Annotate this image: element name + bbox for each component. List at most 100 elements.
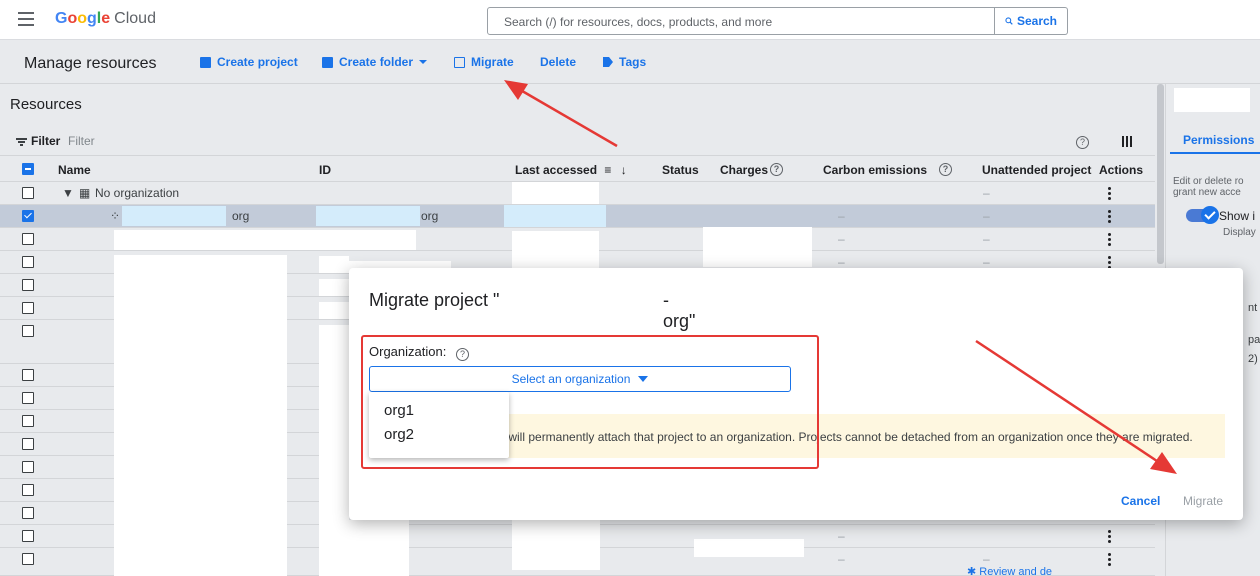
- row-checkbox[interactable]: [22, 325, 34, 337]
- redacted-block: [512, 231, 599, 251]
- row-id: org: [421, 209, 439, 223]
- toggle-sublabel: Display: [1223, 227, 1256, 238]
- filter-input[interactable]: Filter: [68, 134, 95, 148]
- redacted-block: [703, 251, 812, 267]
- delete-button[interactable]: Delete: [540, 55, 576, 69]
- row-checkbox[interactable]: [22, 187, 34, 199]
- org-grid-icon: ▦: [79, 186, 91, 200]
- row-carbon: –: [838, 255, 845, 269]
- panel-text-fragment: pa: [1248, 334, 1260, 346]
- redacted-block: [114, 230, 416, 250]
- help-icon[interactable]: ?: [1076, 136, 1089, 149]
- redacted-block: [1174, 88, 1250, 112]
- row-checkbox[interactable]: [22, 415, 34, 427]
- tab-permissions[interactable]: Permissions: [1183, 133, 1254, 147]
- row-checkbox[interactable]: [22, 210, 34, 222]
- more-actions-icon[interactable]: [1108, 553, 1111, 566]
- row-unattended: –: [983, 232, 990, 246]
- col-charges[interactable]: Charges: [720, 163, 768, 177]
- expand-arrow-icon[interactable]: ▼: [62, 186, 74, 200]
- filter-label: Filter: [31, 134, 61, 148]
- row-checkbox[interactable]: [22, 302, 34, 314]
- row-checkbox[interactable]: [22, 484, 34, 496]
- add-box-icon: [200, 56, 211, 68]
- panel-text-fragment: 2): [1248, 353, 1258, 365]
- col-status[interactable]: Status: [662, 163, 699, 177]
- col-carbon[interactable]: Carbon emissions: [823, 163, 927, 177]
- toggle-label: Show i: [1219, 209, 1256, 223]
- charges-help-icon[interactable]: ?: [770, 163, 783, 176]
- select-all-checkbox[interactable]: [22, 163, 34, 175]
- row-unattended: –: [983, 255, 990, 269]
- create-folder-button[interactable]: Create folder: [322, 55, 428, 69]
- row-checkbox[interactable]: [22, 438, 34, 450]
- column-display-icon[interactable]: [1122, 136, 1132, 147]
- tag-icon: [603, 57, 613, 67]
- page-title: Manage resources: [24, 55, 157, 72]
- lightbulb-icon: ✱: [967, 566, 980, 576]
- panel-text-fragment: nt: [1248, 302, 1258, 314]
- row-carbon: –: [838, 529, 845, 543]
- search-button[interactable]: Search: [995, 7, 1068, 35]
- cancel-button[interactable]: Cancel: [1121, 494, 1160, 508]
- migrate-confirm-button[interactable]: Migrate: [1183, 494, 1223, 508]
- redacted-block: [512, 182, 599, 204]
- row-carbon: –: [838, 552, 845, 566]
- resources-heading: Resources: [10, 96, 82, 113]
- hamburger-menu-icon[interactable]: [18, 12, 34, 26]
- row-carbon: –: [838, 209, 845, 223]
- manage-resources-header: Manage resources Create project Create f…: [0, 40, 1260, 84]
- row-name[interactable]: No organization: [95, 186, 179, 200]
- more-actions-icon[interactable]: [1108, 530, 1111, 543]
- row-unattended: –: [983, 186, 990, 200]
- carbon-help-icon[interactable]: ?: [939, 163, 952, 176]
- row-checkbox[interactable]: [22, 392, 34, 404]
- table-row[interactable]: – –: [0, 227, 1155, 251]
- col-unattended[interactable]: Unattended project: [982, 163, 1091, 177]
- col-last-accessed[interactable]: Last accessed ≡ ↓: [515, 163, 627, 177]
- search-icon: [1005, 17, 1013, 25]
- col-name[interactable]: Name: [58, 163, 91, 177]
- annotation-highlight-box: [361, 335, 819, 469]
- filter-bar[interactable]: Filter Filter: [0, 126, 1155, 156]
- scrollbar[interactable]: [1157, 84, 1164, 264]
- row-checkbox[interactable]: [22, 279, 34, 291]
- row-checkbox[interactable]: [22, 369, 34, 381]
- migrate-icon: [454, 56, 465, 68]
- panel-description: grant new acce: [1173, 187, 1241, 198]
- redacted-block: [316, 206, 420, 226]
- more-actions-icon[interactable]: [1108, 233, 1111, 246]
- create-project-button[interactable]: Create project: [200, 55, 298, 69]
- row-checkbox[interactable]: [22, 461, 34, 473]
- redacted-block: [319, 325, 349, 576]
- more-actions-icon[interactable]: [1108, 210, 1111, 223]
- row-checkbox[interactable]: [22, 553, 34, 565]
- col-id[interactable]: ID: [319, 163, 331, 177]
- tags-button[interactable]: Tags: [603, 55, 646, 69]
- table-row[interactable]: ▼ ▦ No organization –: [0, 182, 1155, 205]
- table-row[interactable]: ⁘ org org – –: [0, 205, 1155, 228]
- row-checkbox[interactable]: [22, 530, 34, 542]
- redacted-block: [512, 520, 600, 570]
- table-header: Name ID Last accessed ≡ ↓ Status Charges…: [0, 158, 1155, 182]
- sort-icon: ≡: [604, 163, 612, 177]
- google-cloud-logo[interactable]: Google Cloud: [55, 10, 156, 28]
- redacted-block: [319, 256, 349, 273]
- redacted-block: [694, 539, 804, 557]
- more-actions-icon[interactable]: [1108, 187, 1111, 200]
- col-actions: Actions: [1099, 163, 1144, 177]
- row-checkbox[interactable]: [22, 507, 34, 519]
- tab-underline: [1170, 152, 1260, 154]
- row-checkbox[interactable]: [22, 233, 34, 245]
- row-checkbox[interactable]: [22, 256, 34, 268]
- review-link[interactable]: ✱ Review and de: [967, 565, 1052, 576]
- show-inherited-toggle[interactable]: [1186, 206, 1219, 224]
- folder-add-icon: [322, 56, 333, 68]
- redacted-block: [703, 227, 812, 251]
- row-name[interactable]: org: [232, 209, 249, 223]
- search-input[interactable]: Search (/) for resources, docs, products…: [487, 7, 995, 35]
- row-carbon: –: [838, 232, 845, 246]
- filter-icon: [16, 138, 27, 146]
- redacted-block: [319, 302, 349, 319]
- migrate-button[interactable]: Migrate: [454, 55, 514, 69]
